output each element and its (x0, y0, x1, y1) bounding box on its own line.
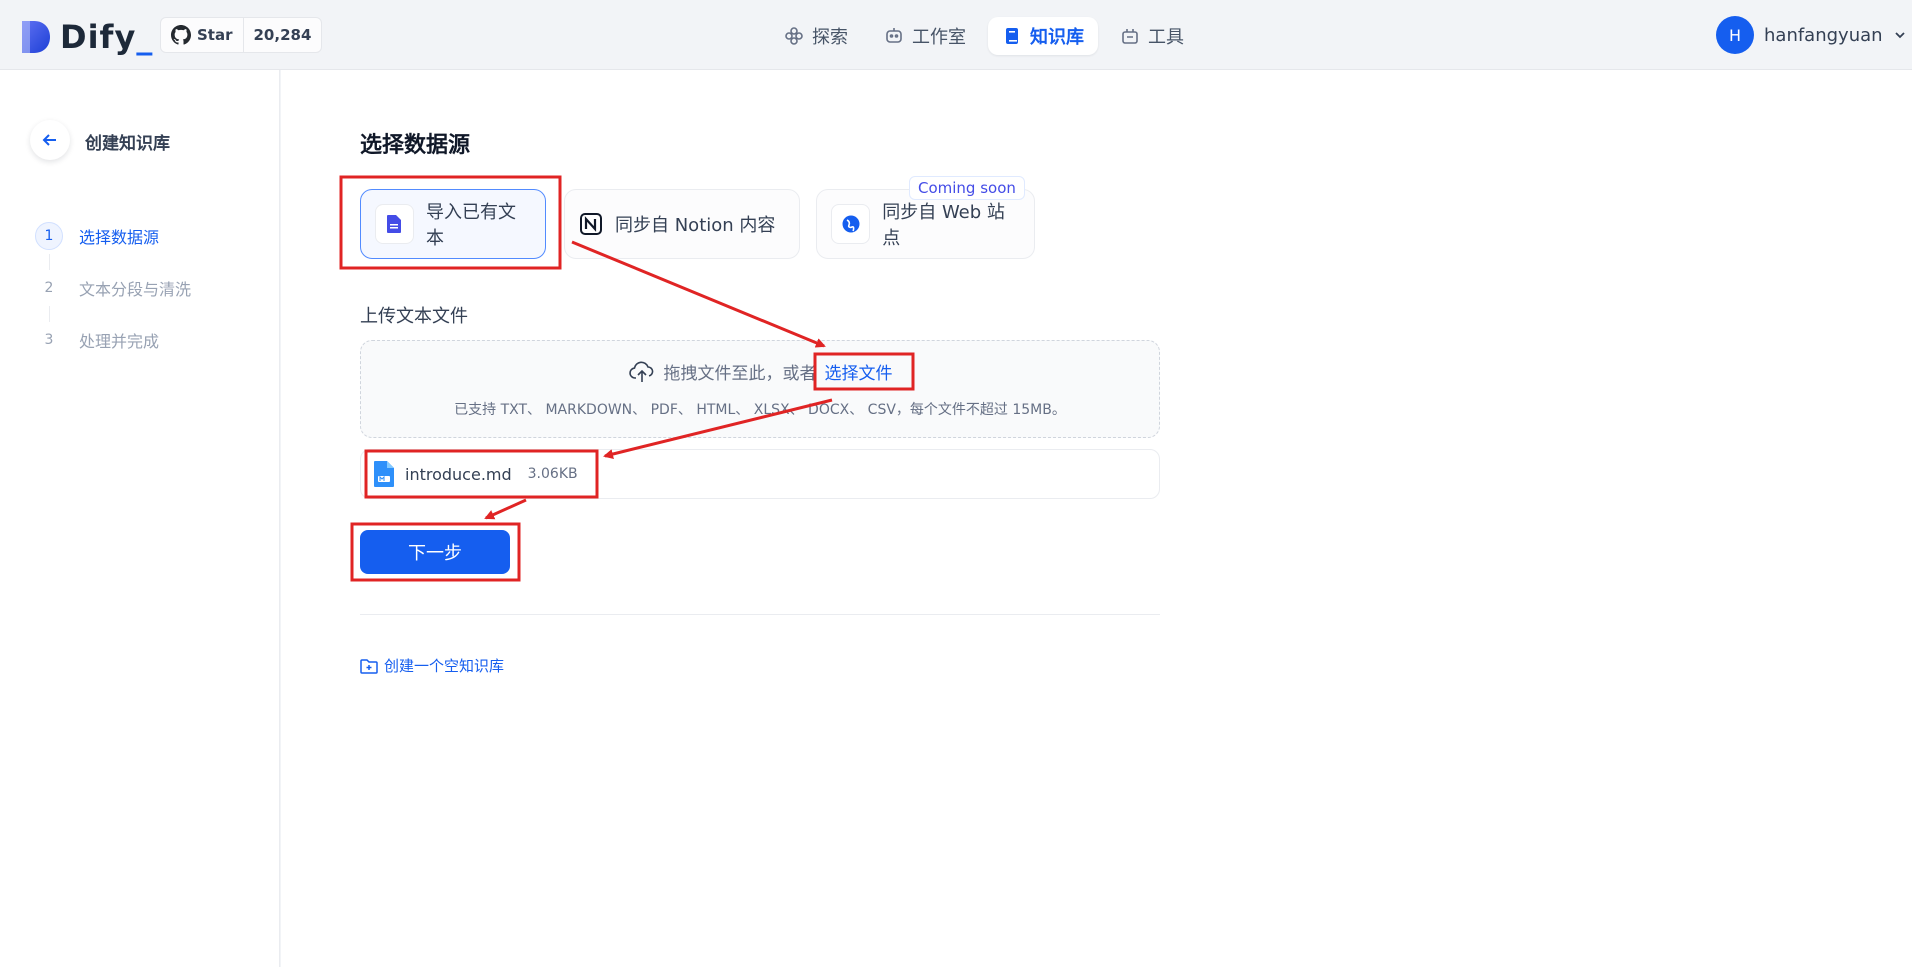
github-star-button[interactable]: Star (161, 18, 244, 52)
avatar: H (1716, 16, 1754, 54)
dify-logo-icon (22, 21, 50, 53)
source-notion[interactable]: 同步自 Notion 内容 (564, 189, 800, 259)
folder-plus-icon (360, 658, 378, 674)
nav-knowledge-label: 知识库 (1030, 27, 1084, 48)
source-notion-label: 同步自 Notion 内容 (615, 215, 776, 236)
nav-studio-label: 工作室 (912, 27, 966, 48)
dify-logo[interactable]: Dify_ (20, 18, 153, 56)
upload-cloud-icon (628, 361, 653, 382)
back-button[interactable] (30, 120, 70, 160)
section-title: 选择数据源 (360, 133, 471, 158)
arrow-left-icon (42, 134, 56, 146)
user-name: hanfangyuan (1764, 24, 1883, 46)
steps-sidebar: 创建知识库 1 选择数据源 2 文本分段与清洗 3 处理并完成 (0, 70, 280, 967)
step-3-label: 处理并完成 (79, 332, 160, 351)
nav-studio[interactable]: 工作室 (870, 17, 980, 55)
select-file-link[interactable]: 选择文件 (825, 359, 893, 384)
source-import-text-label: 导入已有文本 (425, 202, 516, 249)
nav-explore-label: 探索 (812, 27, 848, 48)
divider (360, 614, 1160, 615)
step-2: 2 文本分段与清洗 (35, 274, 191, 302)
step-2-label: 文本分段与清洗 (79, 280, 192, 299)
sidebar-title: 创建知识库 (85, 134, 170, 154)
step-1: 1 选择数据源 (35, 222, 159, 250)
file-name: introduce.md (405, 464, 512, 484)
nav-knowledge[interactable]: 知识库 (988, 17, 1098, 55)
chevron-down-icon (1894, 32, 1905, 39)
book-icon (1006, 28, 1018, 44)
next-step-button[interactable]: 下一步 (360, 530, 510, 574)
logo-text: Dify (60, 18, 137, 56)
step-1-label: 选择数据源 (79, 228, 160, 247)
file-dropzone[interactable]: 拖拽文件至此，或者 选择文件 已支持 TXT、 MARKDOWN、 PDF、 H… (360, 340, 1160, 438)
file-size: 3.06KB (527, 466, 578, 482)
upload-label: 上传文本文件 (360, 306, 468, 327)
source-web-label: 同步自 Web 站点 (882, 202, 1005, 249)
dropzone-prompt: 拖拽文件至此，或者 (663, 364, 817, 384)
notion-icon (580, 213, 602, 235)
nav-tools[interactable]: 工具 (1106, 17, 1198, 55)
create-empty-kb-label: 创建一个空知识库 (384, 657, 505, 675)
create-empty-kb-link[interactable]: 创建一个空知识库 (360, 655, 504, 676)
github-icon (171, 25, 191, 45)
source-import-text[interactable]: 导入已有文本 (360, 189, 546, 259)
github-star-label: Star (197, 26, 233, 44)
step-3-number: 3 (44, 332, 54, 348)
step-1-number: 1 (35, 222, 63, 250)
web-icon (842, 215, 860, 233)
github-star-count[interactable]: 20,284 (244, 18, 322, 52)
github-star-widget[interactable]: Star 20,284 (160, 17, 323, 53)
main-content: 选择数据源 导入已有文本 同步自 Notion 内容 同步自 Web 站点 Co… (281, 70, 1912, 967)
coming-soon-badge: Coming soon (909, 176, 1025, 200)
markdown-file-icon (374, 461, 394, 487)
robot-icon (886, 28, 902, 43)
user-menu[interactable]: H hanfangyuan (1716, 16, 1907, 54)
file-text-icon (387, 215, 402, 233)
top-header: Dify_ Star 20,284 探索 工作室 知识库 工具 H hanfan… (0, 0, 1912, 70)
nav-tools-label: 工具 (1148, 27, 1184, 48)
toolbox-icon (1122, 29, 1138, 44)
nav-explore[interactable]: 探索 (770, 17, 862, 55)
dropzone-hint: 已支持 TXT、 MARKDOWN、 PDF、 HTML、 XLSX、 DOCX… (454, 402, 1066, 418)
step-2-number: 2 (44, 280, 54, 296)
step-connector (49, 306, 50, 322)
main-nav: 探索 工作室 知识库 工具 (770, 17, 1198, 55)
uploaded-file-item[interactable]: introduce.md 3.06KB (360, 449, 1160, 499)
step-connector (49, 254, 50, 270)
step-3: 3 处理并完成 (35, 326, 159, 354)
explore-icon (785, 27, 803, 45)
